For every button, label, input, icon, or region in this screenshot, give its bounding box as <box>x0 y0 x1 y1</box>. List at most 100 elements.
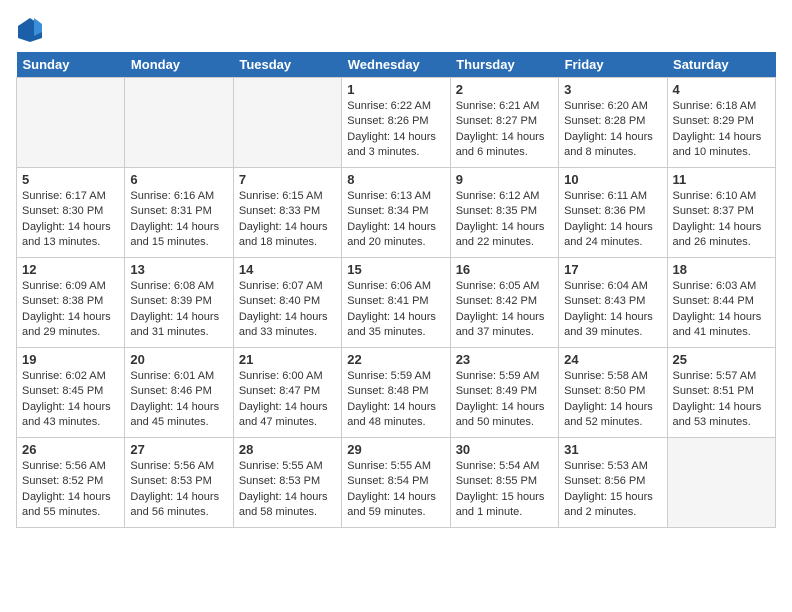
sunrise-label: Sunrise: 6:03 AM <box>673 280 757 292</box>
daylight-label: Daylight: 14 hours and 24 minutes. <box>564 221 653 248</box>
sunset-label: Sunset: 8:45 PM <box>22 385 103 397</box>
sunset-label: Sunset: 8:37 PM <box>673 205 754 217</box>
day-number: 9 <box>456 172 553 187</box>
daylight-label: Daylight: 15 hours and 2 minutes. <box>564 491 653 518</box>
day-number: 26 <box>22 442 119 457</box>
sunset-label: Sunset: 8:38 PM <box>22 295 103 307</box>
day-info: Sunrise: 5:56 AMSunset: 8:53 PMDaylight:… <box>130 459 227 521</box>
sunrise-label: Sunrise: 6:15 AM <box>239 190 323 202</box>
daylight-label: Daylight: 14 hours and 8 minutes. <box>564 131 653 158</box>
daylight-label: Daylight: 14 hours and 52 minutes. <box>564 401 653 428</box>
day-number: 16 <box>456 262 553 277</box>
day-number: 31 <box>564 442 661 457</box>
sunset-label: Sunset: 8:36 PM <box>564 205 645 217</box>
day-info: Sunrise: 6:12 AMSunset: 8:35 PMDaylight:… <box>456 189 553 251</box>
daylight-label: Daylight: 14 hours and 15 minutes. <box>130 221 219 248</box>
sunrise-label: Sunrise: 6:08 AM <box>130 280 214 292</box>
calendar-cell: 25Sunrise: 5:57 AMSunset: 8:51 PMDayligh… <box>667 348 775 438</box>
calendar-cell: 16Sunrise: 6:05 AMSunset: 8:42 PMDayligh… <box>450 258 558 348</box>
day-number: 25 <box>673 352 770 367</box>
day-number: 29 <box>347 442 444 457</box>
day-info: Sunrise: 6:02 AMSunset: 8:45 PMDaylight:… <box>22 369 119 431</box>
day-info: Sunrise: 6:06 AMSunset: 8:41 PMDaylight:… <box>347 279 444 341</box>
day-info: Sunrise: 5:56 AM Sunset: 8:52 PM Daylight:… <box>22 459 119 521</box>
daylight-label: Daylight: 14 hours and 45 minutes. <box>130 401 219 428</box>
sunset-label: Sunset: 8:46 PM <box>130 385 211 397</box>
daylight-label: Daylight: 14 hours and 43 minutes. <box>22 401 111 428</box>
sunrise-label: Sunrise: 5:56 AM <box>22 460 106 472</box>
sunrise-label: Sunrise: 6:11 AM <box>564 190 647 202</box>
sunrise-label: Sunrise: 6:10 AM <box>673 190 757 202</box>
day-info: Sunrise: 5:58 AMSunset: 8:50 PMDaylight:… <box>564 369 661 431</box>
sunrise-label: Sunrise: 6:13 AM <box>347 190 431 202</box>
sunrise-label: Sunrise: 5:58 AM <box>564 370 648 382</box>
sunrise-label: Sunrise: 6:00 AM <box>239 370 323 382</box>
sunset-label: Sunset: 8:51 PM <box>673 385 754 397</box>
day-number: 8 <box>347 172 444 187</box>
sunrise-label: Sunrise: 5:53 AM <box>564 460 648 472</box>
daylight-label: Daylight: 15 hours and 1 minute. <box>456 491 545 518</box>
day-header-friday: Friday <box>559 52 667 78</box>
daylight-label: Daylight: 14 hours and 55 minutes. <box>22 491 111 518</box>
calendar-cell: 5Sunrise: 6:17 AMSunset: 8:30 PMDaylight… <box>17 168 125 258</box>
sunset-label: Sunset: 8:52 PM <box>22 475 103 487</box>
sunset-label: Sunset: 8:27 PM <box>456 115 537 127</box>
day-info: Sunrise: 6:04 AM Sunset: 8:43 PM Daylight:… <box>564 279 661 341</box>
days-header-row: SundayMondayTuesdayWednesdayThursdayFrid… <box>17 52 776 78</box>
calendar-table: SundayMondayTuesdayWednesdayThursdayFrid… <box>16 52 776 528</box>
daylight-label: Daylight: 14 hours and 18 minutes. <box>239 221 328 248</box>
daylight-label: Daylight: 14 hours and 31 minutes. <box>130 311 219 338</box>
sunset-label: Sunset: 8:39 PM <box>130 295 211 307</box>
day-info: Sunrise: 6:07 AMSunset: 8:40 PMDaylight:… <box>239 279 336 341</box>
daylight-label: Daylight: 14 hours and 59 minutes. <box>347 491 436 518</box>
calendar-cell: 15Sunrise: 6:06 AMSunset: 8:41 PMDayligh… <box>342 258 450 348</box>
calendar-cell: 27Sunrise: 5:56 AMSunset: 8:53 PMDayligh… <box>125 438 233 528</box>
logo-icon <box>16 16 44 44</box>
day-info: Sunrise: 5:59 AMSunset: 8:49 PMDaylight:… <box>456 369 553 431</box>
calendar-cell: 23Sunrise: 5:59 AMSunset: 8:49 PMDayligh… <box>450 348 558 438</box>
sunset-label: Sunset: 8:41 PM <box>347 295 428 307</box>
calendar-cell: 29Sunrise: 5:55 AMSunset: 8:54 PMDayligh… <box>342 438 450 528</box>
calendar-cell: 28Sunrise: 5:55 AMSunset: 8:53 PMDayligh… <box>233 438 341 528</box>
day-number: 19 <box>22 352 119 367</box>
calendar-cell: 12Sunrise: 6:09 AMSunset: 8:38 PMDayligh… <box>17 258 125 348</box>
sunrise-label: Sunrise: 6:04 AM <box>564 280 648 292</box>
day-header-wednesday: Wednesday <box>342 52 450 78</box>
calendar-cell: 19 Sunrise: 6:02 AMSunset: 8:45 PMDayligh… <box>17 348 125 438</box>
day-number: 14 <box>239 262 336 277</box>
calendar-cell: 11Sunrise: 6:10 AMSunset: 8:37 PMDayligh… <box>667 168 775 258</box>
sunset-label: Sunset: 8:53 PM <box>130 475 211 487</box>
day-info: Sunrise: 6:11 AM Sunset: 8:36 PM Daylight:… <box>564 189 661 251</box>
calendar-cell: 31 Sunrise: 5:53 AMSunset: 8:56 PMDayligh… <box>559 438 667 528</box>
sunset-label: Sunset: 8:40 PM <box>239 295 320 307</box>
sunrise-label: Sunrise: 6:12 AM <box>456 190 540 202</box>
sunrise-label: Sunrise: 5:59 AM <box>347 370 431 382</box>
calendar-cell: 10Sunrise: 6:11 AMSunset: 8:36 PMDayligh… <box>559 168 667 258</box>
day-number: 13 <box>130 262 227 277</box>
daylight-label: Daylight: 14 hours and 35 minutes. <box>347 311 436 338</box>
sunrise-label: Sunrise: 5:54 AM <box>456 460 540 472</box>
day-number: 30 <box>456 442 553 457</box>
sunset-label: Sunset: 8:55 PM <box>456 475 537 487</box>
daylight-label: Daylight: 14 hours and 33 minutes. <box>239 311 328 338</box>
day-info: Sunrise: 6:18 AMSunset: 8:29 PMDaylight:… <box>673 99 770 161</box>
sunset-label: Sunset: 8:26 PM <box>347 115 428 127</box>
day-info: Sunrise: 6:15 AMSunset: 8:33 PMDaylight:… <box>239 189 336 251</box>
daylight-label: Daylight: 14 hours and 3 minutes. <box>347 131 436 158</box>
calendar-cell <box>667 438 775 528</box>
day-header-thursday: Thursday <box>450 52 558 78</box>
calendar-cell: 2Sunrise: 6:21 AMSunset: 8:27 PMDaylight… <box>450 78 558 168</box>
sunset-label: Sunset: 8:31 PM <box>130 205 211 217</box>
sunrise-label: Sunrise: 5:55 AM <box>347 460 431 472</box>
sunset-label: Sunset: 8:34 PM <box>347 205 428 217</box>
sunset-label: Sunset: 8:44 PM <box>673 295 754 307</box>
daylight-label: Daylight: 14 hours and 29 minutes. <box>22 311 111 338</box>
sunrise-label: Sunrise: 6:18 AM <box>673 100 757 112</box>
day-info: Sunrise: 5:53 AMSunset: 8:56 PMDaylight:… <box>564 459 661 521</box>
sunset-label: Sunset: 8:42 PM <box>456 295 537 307</box>
daylight-label: Daylight: 14 hours and 39 minutes. <box>564 311 653 338</box>
sunset-label: Sunset: 8:28 PM <box>564 115 645 127</box>
sunset-label: Sunset: 8:43 PM <box>564 295 645 307</box>
day-info: Sunrise: 6:13 AMSunset: 8:34 PMDaylight:… <box>347 189 444 251</box>
day-number: 1 <box>347 82 444 97</box>
